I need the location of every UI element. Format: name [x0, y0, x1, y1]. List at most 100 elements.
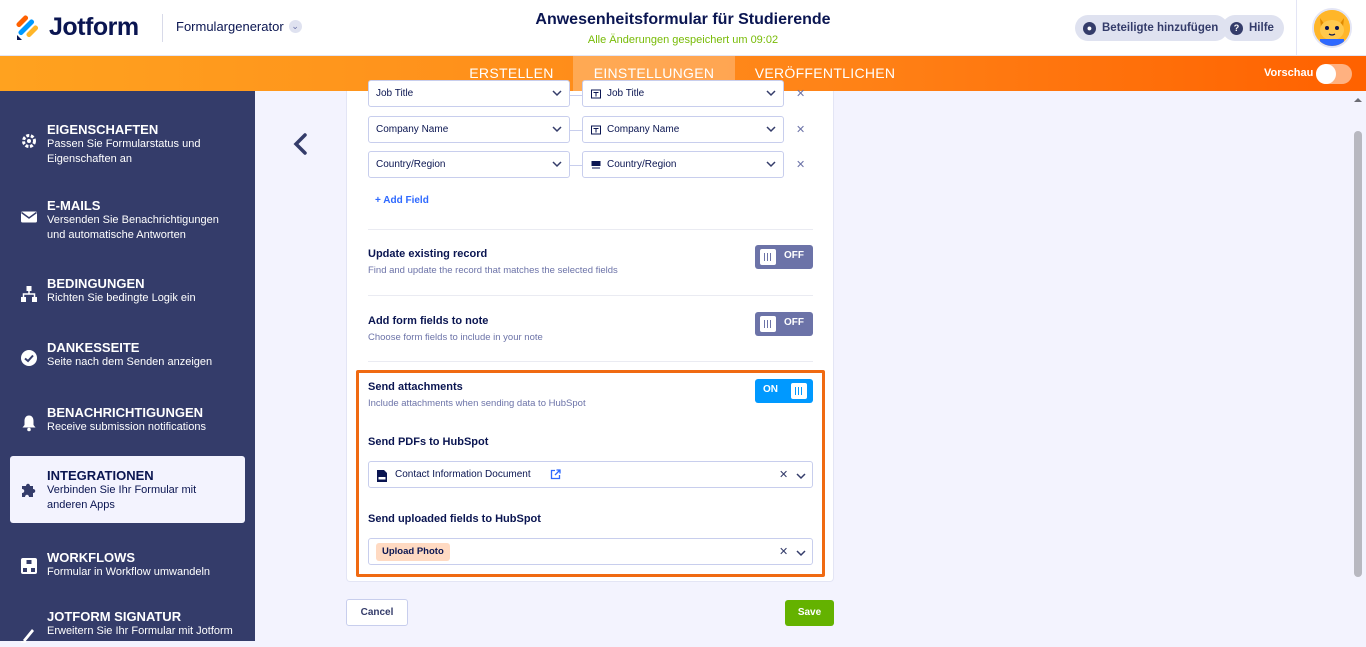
form-field-value: Job Title — [376, 88, 414, 99]
chevron-down-icon[interactable] — [796, 472, 806, 480]
hubspot-field-value: Country/Region — [607, 159, 677, 170]
toggle-state: OFF — [784, 250, 804, 261]
chevron-down-icon — [552, 126, 562, 133]
chevron-down-icon: ⌄ — [288, 20, 302, 33]
update-existing-title: Update existing record — [368, 248, 488, 260]
signature-icon — [21, 629, 34, 643]
jotform-logo-icon — [16, 15, 38, 40]
sidebar-item-title: DANKESSEITE — [47, 340, 140, 355]
mapping-connector — [569, 165, 583, 166]
toggle-state: ON — [763, 384, 778, 395]
preview-toggle[interactable] — [1316, 64, 1352, 84]
sidebar-item-signature[interactable]: JOTFORM SIGNATUR Erweitern Sie Ihr Formu… — [10, 607, 245, 647]
logo-text: Jotform — [49, 13, 139, 41]
hubspot-field-select[interactable]: Job Title — [582, 80, 784, 107]
sidebar-item-desc: Richten Sie bedingte Logik ein — [47, 292, 196, 304]
sidebar-item-workflows[interactable]: WORKFLOWS Formular in Workflow umwandeln — [10, 543, 245, 588]
update-existing-desc: Find and update the record that matches … — [368, 265, 618, 276]
toggle-state: OFF — [784, 317, 804, 328]
scrollbar-thumb[interactable] — [1354, 131, 1362, 577]
preview-toggle-knob — [1316, 64, 1336, 84]
sidebar-item-conditions[interactable]: BEDINGUNGEN Richten Sie bedingte Logik e… — [10, 271, 245, 316]
settings-sidebar: EIGENSCHAFTEN Passen Sie Formularstatus … — [0, 91, 255, 643]
mapping-connector — [569, 130, 583, 131]
sidebar-item-title: EIGENSCHAFTEN — [47, 122, 159, 137]
sidebar-item-notifications[interactable]: BENACHRICHTIGUNGEN Receive submission no… — [10, 400, 245, 445]
chevron-down-icon — [766, 161, 776, 168]
avatar[interactable] — [1312, 8, 1352, 48]
form-field-value: Country/Region — [376, 159, 446, 170]
external-link-icon[interactable] — [550, 469, 561, 480]
save-status: Alle Änderungen gespeichert um 09:02 — [587, 34, 779, 46]
section-divider — [368, 229, 813, 230]
section-divider — [368, 295, 813, 296]
puzzle-icon — [22, 483, 36, 497]
sidebar-item-desc: Passen Sie Formularstatus und Eigenschaf… — [47, 138, 201, 165]
form-title[interactable]: Anwesenheitsformular für Studierende — [383, 11, 983, 29]
user-icon: ● — [1083, 21, 1096, 35]
remove-mapping-icon[interactable]: ✕ — [796, 87, 805, 100]
chevron-down-icon[interactable] — [796, 549, 806, 557]
cat-avatar-icon — [1314, 10, 1350, 46]
sidebar-item-title: E-MAILS — [47, 198, 101, 213]
form-field-select[interactable]: Job Title — [368, 80, 570, 107]
section-divider — [368, 361, 813, 362]
send-uploads-heading: Send uploaded fields to HubSpot — [368, 513, 541, 525]
toggle-grip — [791, 383, 807, 399]
check-circle-icon — [21, 349, 37, 366]
send-attachments-toggle[interactable]: ON — [755, 379, 813, 403]
sidebar-item-emails[interactable]: E-MAILS Versenden Sie Benachrichtigungen… — [10, 187, 245, 247]
selected-field-tag[interactable]: Upload Photo — [376, 543, 450, 561]
workflow-icon — [21, 557, 37, 574]
hubspot-field-select[interactable]: Company Name — [582, 116, 784, 143]
cancel-button[interactable]: Cancel — [346, 599, 408, 626]
chevron-down-icon — [766, 90, 776, 97]
question-icon: ? — [1230, 21, 1243, 35]
chevron-left-icon[interactable] — [291, 132, 311, 156]
add-to-note-desc: Choose form fields to include in your no… — [368, 332, 543, 343]
help-label: Hilfe — [1249, 22, 1274, 34]
form-field-select[interactable]: Country/Region — [368, 151, 570, 178]
sidebar-item-desc: Erweitern Sie Ihr Formular mit Jotform — [47, 625, 233, 637]
send-pdfs-heading: Send PDFs to HubSpot — [368, 436, 489, 448]
sidebar-item-desc: Formular in Workflow umwandeln — [47, 566, 211, 578]
top-bar: Jotform Formulargenerator ⌄ Anwesenheits… — [0, 0, 1366, 56]
hubspot-field-value: Job Title — [607, 88, 645, 99]
save-button[interactable]: Save — [785, 600, 834, 626]
sidebar-item-desc: Receive submission notifications — [47, 421, 206, 433]
add-participants-button[interactable]: ● Beteiligte hinzufügen — [1075, 15, 1229, 41]
sidebar-item-title: JOTFORM SIGNATUR — [47, 609, 182, 624]
preview-label: Vorschau — [1264, 67, 1314, 79]
sidebar-item-integrations[interactable]: INTEGRATIONEN Verbinden Sie Ihr Formular… — [10, 456, 245, 523]
sidebar-item-title: WORKFLOWS — [47, 550, 136, 565]
pdf-select-value: Contact Information Document — [395, 469, 531, 480]
upload-fields-select[interactable]: Upload Photo ✕ — [368, 538, 813, 565]
form-field-select[interactable]: Company Name — [368, 116, 570, 143]
remove-mapping-icon[interactable]: ✕ — [796, 158, 805, 171]
gear-icon — [22, 134, 36, 148]
text-field-icon — [591, 125, 601, 135]
jotform-logo[interactable]: Jotform — [15, 13, 139, 42]
update-existing-toggle[interactable]: OFF — [755, 245, 813, 269]
sidebar-item-properties[interactable]: EIGENSCHAFTEN Passen Sie Formularstatus … — [10, 111, 245, 171]
sidebar-item-title: BENACHRICHTIGUNGEN — [47, 405, 203, 420]
help-button[interactable]: ? Hilfe — [1222, 15, 1284, 41]
sidebar-item-thankyou[interactable]: DANKESSEITE Seite nach dem Senden anzeig… — [10, 335, 245, 380]
form-generator-menu[interactable]: Formulargenerator ⌄ — [176, 19, 302, 34]
hubspot-field-select[interactable]: Country/Region — [582, 151, 784, 178]
chevron-down-icon — [552, 161, 562, 168]
add-to-note-title: Add form fields to note — [368, 315, 489, 327]
hubspot-field-value: Company Name — [607, 124, 680, 135]
clear-icon[interactable]: ✕ — [779, 545, 788, 558]
scroll-up-icon[interactable] — [1353, 96, 1363, 104]
pdf-select[interactable]: Contact Information Document ✕ — [368, 461, 813, 488]
form-generator-label: Formulargenerator — [176, 19, 284, 34]
pdf-file-icon — [377, 470, 387, 482]
header-divider — [162, 14, 163, 42]
add-field-button[interactable]: + Add Field — [375, 195, 429, 206]
toggle-grip — [760, 316, 776, 332]
clear-icon[interactable]: ✕ — [779, 468, 788, 481]
remove-mapping-icon[interactable]: ✕ — [796, 123, 805, 136]
sitemap-icon — [21, 285, 37, 302]
add-to-note-toggle[interactable]: OFF — [755, 312, 813, 336]
